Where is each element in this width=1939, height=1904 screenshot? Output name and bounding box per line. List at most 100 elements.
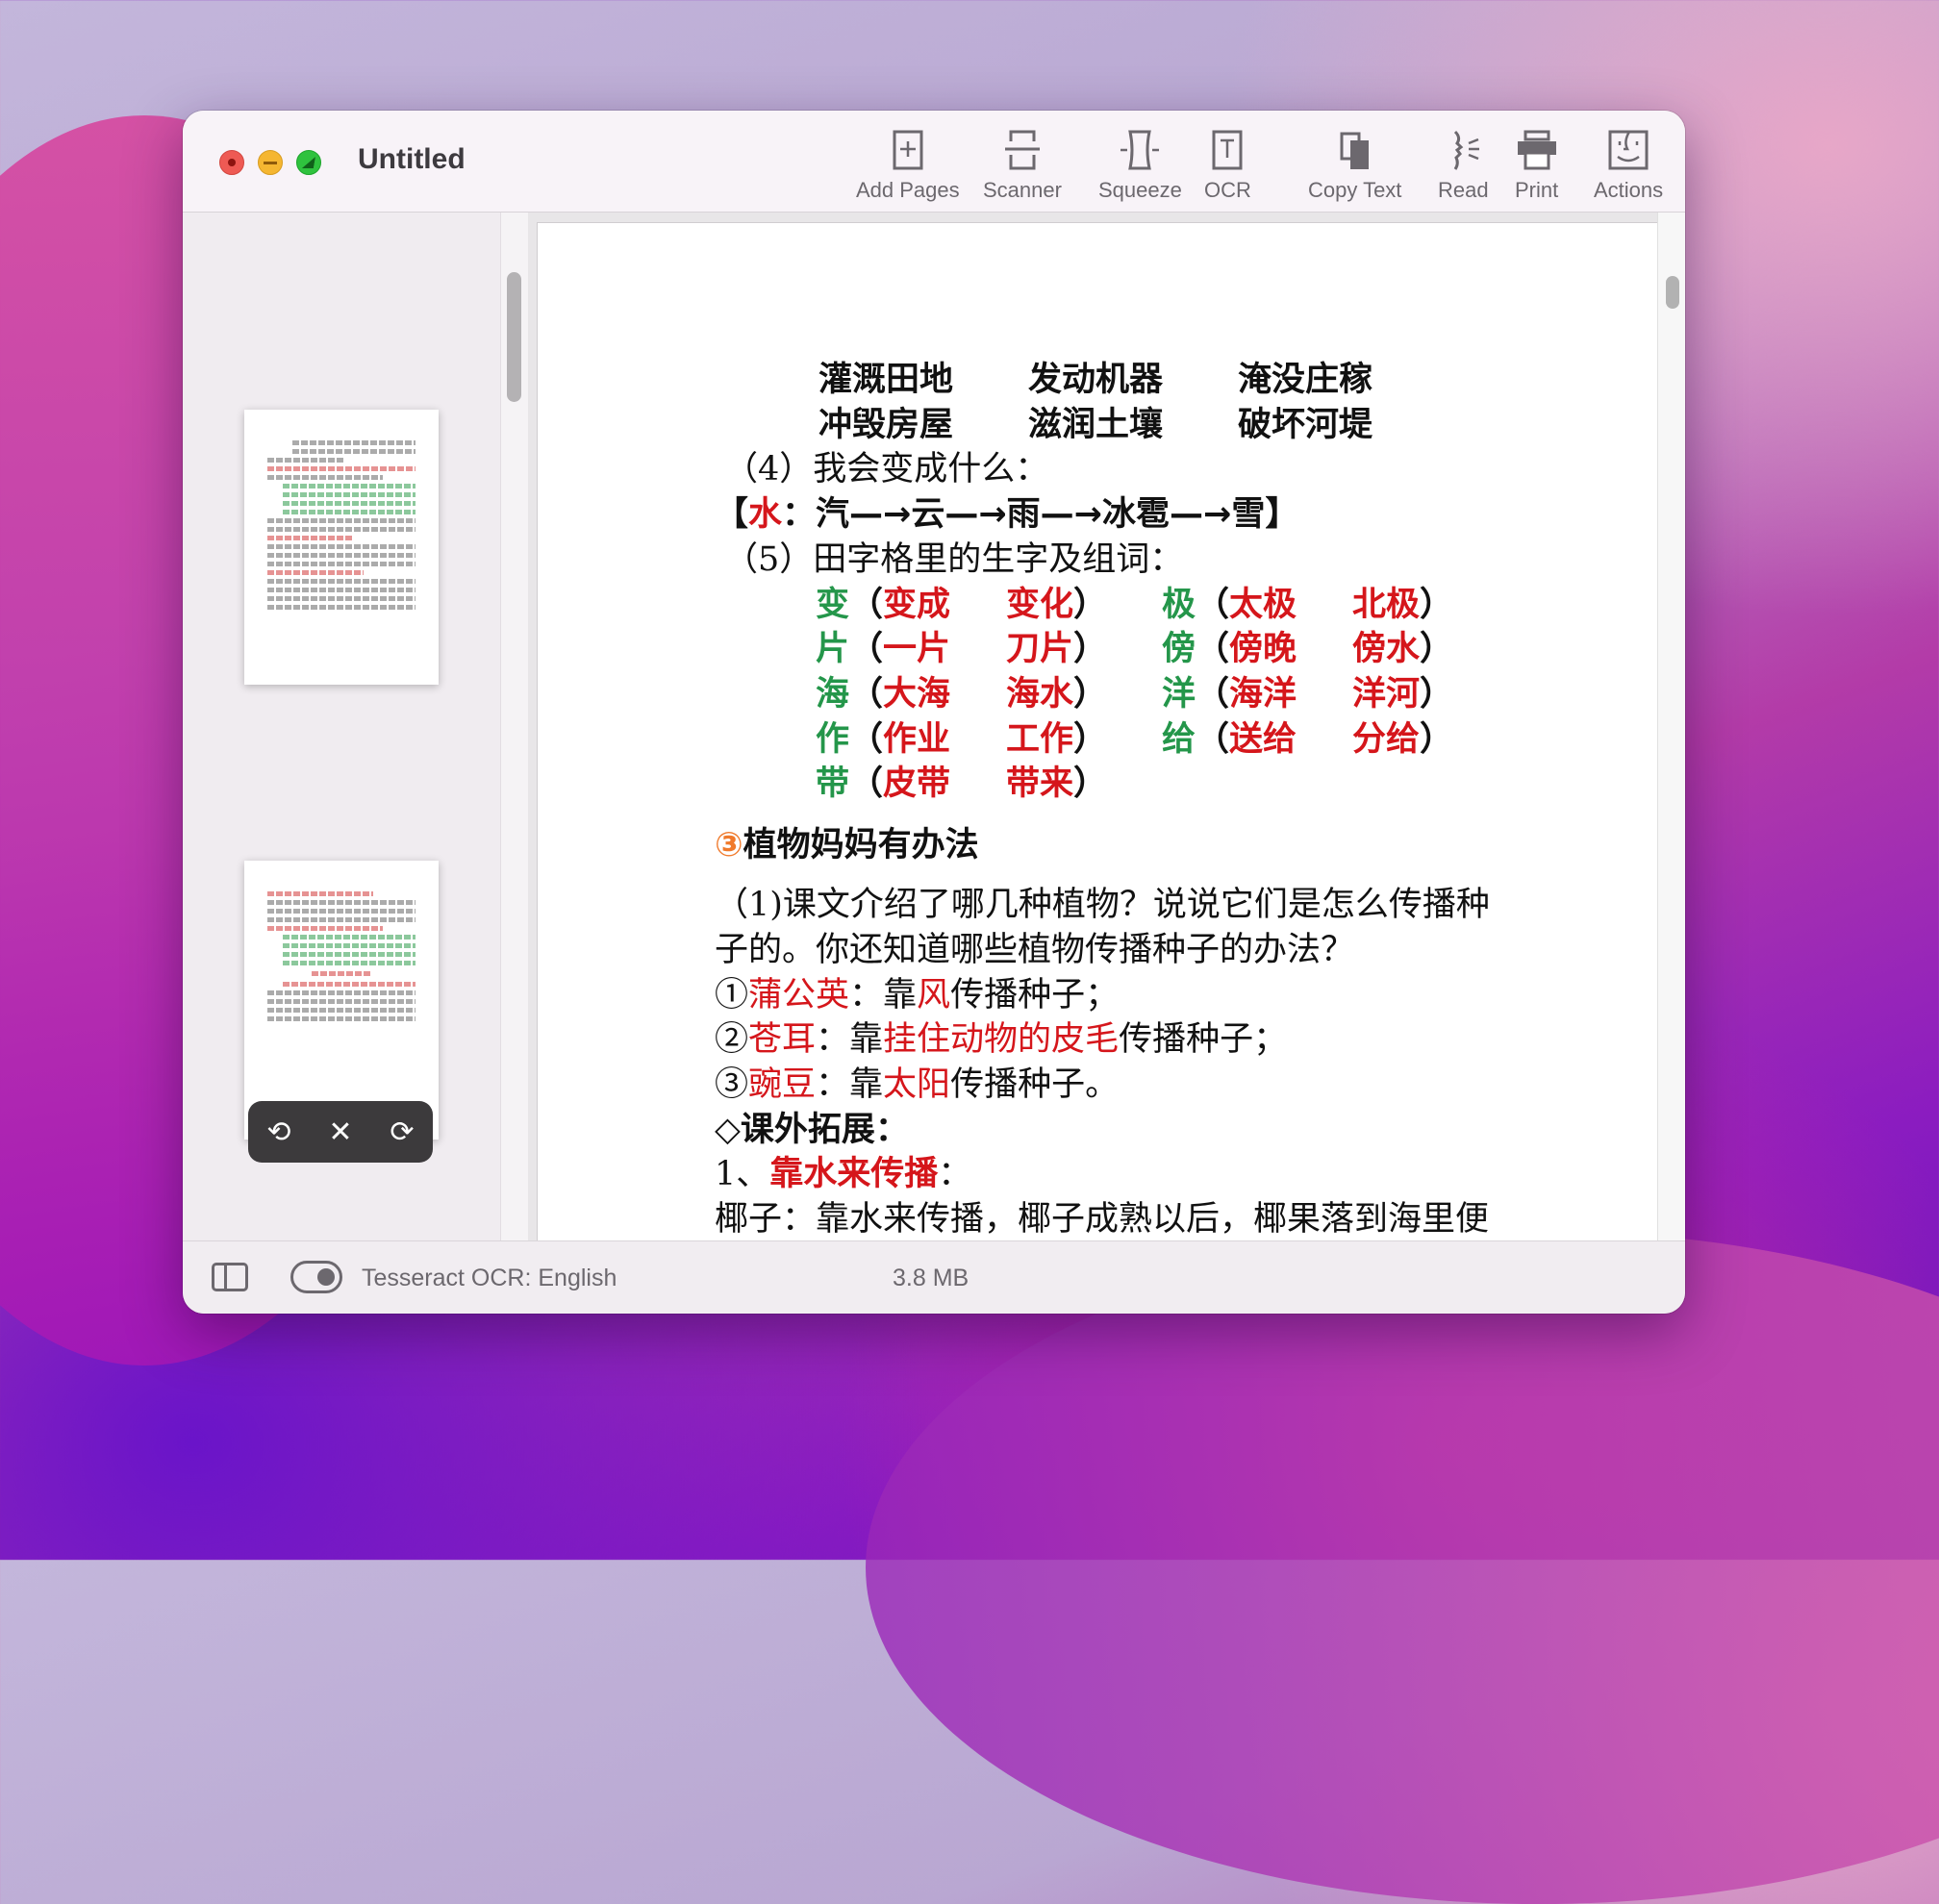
extension-heading: ◇课外拓展： (715, 1110, 909, 1149)
close-window-button[interactable] (219, 150, 244, 175)
sidebar-toggle-icon[interactable] (212, 1263, 248, 1291)
actions-icon (1608, 130, 1649, 170)
fullscreen-window-button[interactable] (296, 150, 321, 175)
word: 大海 (883, 674, 951, 714)
word: 作业 (883, 719, 951, 759)
sidebar-scroll-thumb[interactable] (507, 272, 521, 402)
paren: （ (849, 674, 884, 714)
status-bar: Tesseract OCR: English 3.8 MB (183, 1240, 1685, 1314)
word: 分给 (1352, 719, 1421, 759)
paren: （ (849, 764, 884, 804)
actions-button[interactable]: Actions (1594, 128, 1663, 203)
paren: （ (849, 585, 884, 624)
thumbnail-action-overlay: ⟲ ✕ ⟳ (248, 1101, 433, 1163)
paren: ） (1073, 585, 1108, 624)
char-word-table: 变（变成 变化） 片（一片 刀片） 海（大海 海水） 作（作业 工作） 带（皮带 带来） 极（太极… (715, 583, 1490, 808)
question-1-line: 子的。你还知道哪些植物传播种子的办法？ (715, 930, 1355, 969)
question-1-line: （1)课文介绍了哪几种植物？说说它们是怎么传播种 (715, 886, 1490, 925)
actions-label: Actions (1594, 178, 1664, 202)
char: 海 (816, 674, 850, 714)
paren: （ (1196, 674, 1230, 714)
word: 工作 (1006, 719, 1074, 759)
word: 洋河 (1352, 674, 1421, 714)
plant-item: ③豌豆：靠太阳传播种子。 (715, 1065, 1120, 1105)
read-label: Read (1438, 178, 1489, 202)
char: 带 (816, 764, 850, 804)
char-word-row: 极（太极 北极） (1162, 583, 1453, 628)
document-viewer: 灌溉田地 发动机器 淹没庄稼 冲毁房屋 滋润土壤 破坏河堤 （4）我会变成什么： 【水：… (528, 213, 1685, 1246)
water-chain: 【水：汽—→云—→雨—→冰雹—→雪】 (715, 495, 1299, 535)
ocr-button[interactable]: OCR (1204, 128, 1251, 203)
char-word-row: 给（送给 分给） (1162, 717, 1453, 763)
ocr-engine-label: Tesseract OCR: English (362, 1265, 617, 1291)
word-row: 冲毁房屋 滋润土壤 破坏河堤 (818, 405, 1373, 444)
window-title: Untitled (358, 143, 466, 175)
document-scroll-thumb[interactable] (1666, 276, 1679, 309)
rotate-left-icon[interactable]: ⟲ (266, 1115, 290, 1149)
scanner-button[interactable]: Scanner (983, 128, 1062, 203)
word: 太极 (1229, 585, 1297, 624)
document-scrollbar[interactable] (1657, 213, 1685, 1246)
read-button[interactable]: Read (1438, 128, 1489, 203)
page-thumbnail[interactable] (244, 410, 439, 685)
add-pages-label: Add Pages (856, 178, 960, 202)
paren: ） (1073, 630, 1108, 669)
ocr-toggle-switch[interactable] (290, 1261, 342, 1293)
print-button[interactable]: Print (1515, 128, 1558, 203)
copy-text-label: Copy Text (1308, 178, 1402, 202)
squeeze-icon (1121, 130, 1160, 170)
char: 洋 (1162, 674, 1196, 714)
copy-text-icon (1340, 132, 1369, 169)
print-icon (1517, 130, 1556, 170)
app-window: Untitled Add Pages Scanner Squeeze OCR C… (183, 111, 1685, 1314)
extension-item-1: 1、靠水来传播： (715, 1155, 972, 1194)
char-word-row: 洋（海洋 洋河） (1162, 672, 1453, 717)
paren: ） (1420, 674, 1454, 714)
page-content: 灌溉田地 发动机器 淹没庄稼 冲毁房屋 滋润土壤 破坏河堤 （4）我会变成什么： 【水：… (715, 358, 1490, 1242)
word: 皮带 (883, 764, 951, 804)
add-page-icon (893, 130, 923, 170)
document-page: 灌溉田地 发动机器 淹没庄稼 冲毁房屋 滋润土壤 破坏河堤 （4）我会变成什么： 【水：… (537, 222, 1658, 1246)
char: 极 (1162, 585, 1196, 624)
coconut-text: 椰子：靠水来传播，椰子成熟以后，椰果落到海里便 (715, 1200, 1490, 1240)
word: 北极 (1352, 585, 1421, 624)
sidebar-scrollbar[interactable] (500, 213, 529, 1246)
add-pages-button[interactable]: Add Pages (856, 128, 960, 203)
minimize-window-button[interactable] (258, 150, 283, 175)
page-thumbnail-sidebar: ⟲ ✕ ⟳ (183, 213, 500, 1314)
section-3-heading: ③植物妈妈有办法 (715, 825, 979, 864)
word: 海水 (1006, 674, 1074, 714)
page-thumbnail[interactable] (244, 861, 439, 1140)
question-5: （5）田字格里的生字及组词： (724, 539, 1184, 579)
squeeze-button[interactable]: Squeeze (1098, 128, 1182, 203)
ocr-icon (1212, 130, 1243, 170)
char-word-row: 作（作业 工作） (816, 717, 1107, 763)
scanner-label: Scanner (983, 178, 1062, 202)
read-aloud-icon (1454, 130, 1480, 170)
titlebar: Untitled Add Pages Scanner Squeeze OCR C… (183, 111, 1685, 213)
paren: ） (1420, 719, 1454, 759)
char: 傍 (1162, 630, 1196, 669)
paren: ） (1073, 674, 1108, 714)
plant-item: ②苍耳：靠挂住动物的皮毛传播种子； (715, 1020, 1288, 1060)
copy-text-button[interactable]: Copy Text (1308, 128, 1401, 203)
plant-item: ①蒲公英：靠风传播种子； (715, 975, 1120, 1015)
print-label: Print (1515, 178, 1559, 202)
paren: ） (1420, 585, 1454, 624)
char-word-row: 片（一片 刀片） (816, 627, 1107, 672)
word: 傍水 (1352, 630, 1421, 669)
word: 一片 (883, 630, 951, 669)
scanner-icon (1004, 130, 1040, 170)
paren: （ (849, 630, 884, 669)
char-word-row: 海（大海 海水） (816, 672, 1107, 717)
char: 给 (1162, 719, 1196, 759)
delete-page-icon[interactable]: ✕ (328, 1115, 352, 1149)
word: 带来 (1006, 764, 1074, 804)
question-4: （4）我会变成什么： (724, 450, 1049, 489)
wallpaper-shape (866, 1231, 1939, 1904)
char: 片 (816, 630, 850, 669)
file-size-label: 3.8 MB (893, 1265, 970, 1291)
rotate-right-icon[interactable]: ⟳ (390, 1115, 414, 1149)
paren: （ (1196, 630, 1230, 669)
char-word-row: 带（皮带 带来） (816, 762, 1107, 807)
